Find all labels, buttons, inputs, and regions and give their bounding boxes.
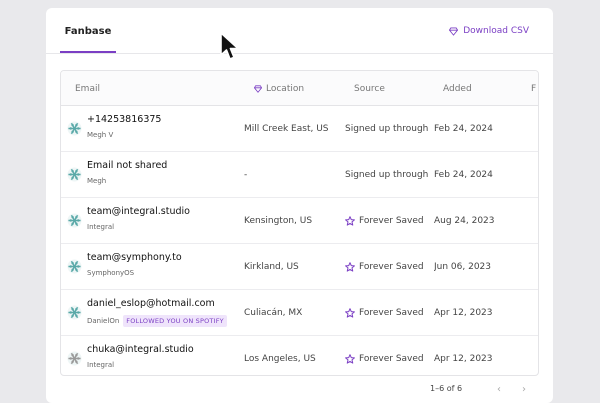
fan-source: Forever Saved [345,198,429,244]
fan-source: Forever Saved [345,244,429,290]
card-header: Fanbase Download CSV [46,8,553,54]
fan-name: Megh V [87,131,114,139]
avatar-icon [67,167,82,182]
diamond-icon [449,26,459,36]
fan-name-line: SymphonyOS [87,269,134,277]
star-icon [345,216,355,226]
fan-source-label: Signed up through w [345,170,429,180]
fan-added-date: Feb 24, 2024 [434,124,493,134]
next-page-button[interactable]: › [518,382,530,396]
spotify-follow-badge: FOLLOWED YOU ON SPOTIFY [123,315,227,327]
active-tab-indicator [60,51,116,53]
avatar-icon [67,305,82,320]
fan-email: team@symphony.to [87,252,182,263]
fan-source-label: Forever Saved [359,262,424,272]
tab-fanbase[interactable]: Fanbase [60,8,116,54]
prev-page-button[interactable]: ‹ [493,382,505,396]
fan-source: Forever Saved [345,290,429,336]
avatar-icon [67,213,82,228]
column-header-partial[interactable]: F [531,71,536,106]
fan-location: Culiacán, MX [244,308,303,318]
fan-name-line: Megh [87,177,106,185]
download-csv-button[interactable]: Download CSV [449,26,529,36]
fan-name-line: DanielOn FOLLOWED YOU ON SPOTIFY [87,315,227,327]
table-row[interactable]: chuka@integral.studio Integral Los Angeles… [61,336,538,375]
column-header-email[interactable]: Email [75,71,100,106]
fans-table: Email Location Source Added F +142538163… [60,70,539,376]
fan-added-date: Apr 12, 2023 [434,308,493,318]
fan-source-label: Forever Saved [359,216,424,226]
fan-email: chuka@integral.studio [87,344,194,355]
fan-email: daniel_eslop@hotmail.com [87,298,215,309]
table-row[interactable]: daniel_eslop@hotmail.com DanielOn FOLLOWED… [61,290,538,336]
table-header: Email Location Source Added F [61,71,538,106]
fan-location: Kirkland, US [244,262,299,272]
table-row[interactable]: +14253816375 Megh V Mill Creek East, US Sig… [61,106,538,152]
fan-name-line: Integral [87,361,114,369]
pagination-label: 1–6 of 6 [430,384,463,393]
fan-source-label: Forever Saved [359,354,424,364]
fan-location: Mill Creek East, US [244,124,329,134]
fan-name: SymphonyOS [87,269,135,277]
avatar-icon [67,351,82,366]
star-icon [345,262,355,272]
table-footer: 1–6 of 6 ‹ › [46,376,553,403]
fan-added-date: Aug 24, 2023 [434,216,495,226]
fan-added-date: Feb 24, 2024 [434,170,493,180]
star-icon [345,308,355,318]
table-row[interactable]: team@integral.studio Integral Kensington, … [61,198,538,244]
fan-email: Email not shared [87,160,168,171]
column-header-added[interactable]: Added [443,71,472,106]
fan-name: Integral [87,223,115,231]
column-header-location-label: Location [266,83,305,94]
fan-location: - [244,170,248,180]
fanbase-card: Fanbase Download CSV Email Location Sour… [46,8,553,403]
fan-name: Integral [87,361,115,369]
mouse-cursor-icon [220,32,239,60]
table-row[interactable]: team@symphony.to SymphonyOS Kirkland, US Fo… [61,244,538,290]
fan-source-label: Signed up through w [345,124,429,134]
column-header-location[interactable]: Location [254,71,304,106]
fan-name: Megh [87,177,107,185]
fan-name: DanielOn [87,317,120,325]
table-row[interactable]: Email not shared Megh - Signed up through w… [61,152,538,198]
fan-source: Forever Saved [345,336,429,375]
fan-source-label: Forever Saved [359,308,424,318]
fan-name-line: Integral [87,223,114,231]
download-csv-label: Download CSV [463,26,529,36]
avatar-icon [67,121,82,136]
fan-email: team@integral.studio [87,206,190,217]
avatar-icon [67,259,82,274]
diamond-icon [254,84,262,93]
fan-added-date: Apr 12, 2023 [434,354,493,364]
column-header-source[interactable]: Source [354,71,385,106]
fan-email: +14253816375 [87,114,162,125]
fan-location: Los Angeles, US [244,354,316,364]
fan-location: Kensington, US [244,216,313,226]
fan-source: Signed up through w [345,106,429,152]
fan-source: Signed up through w [345,152,429,198]
fan-name-line: Megh V [87,131,113,139]
fan-added-date: Jun 06, 2023 [434,262,492,272]
star-icon [345,354,355,364]
